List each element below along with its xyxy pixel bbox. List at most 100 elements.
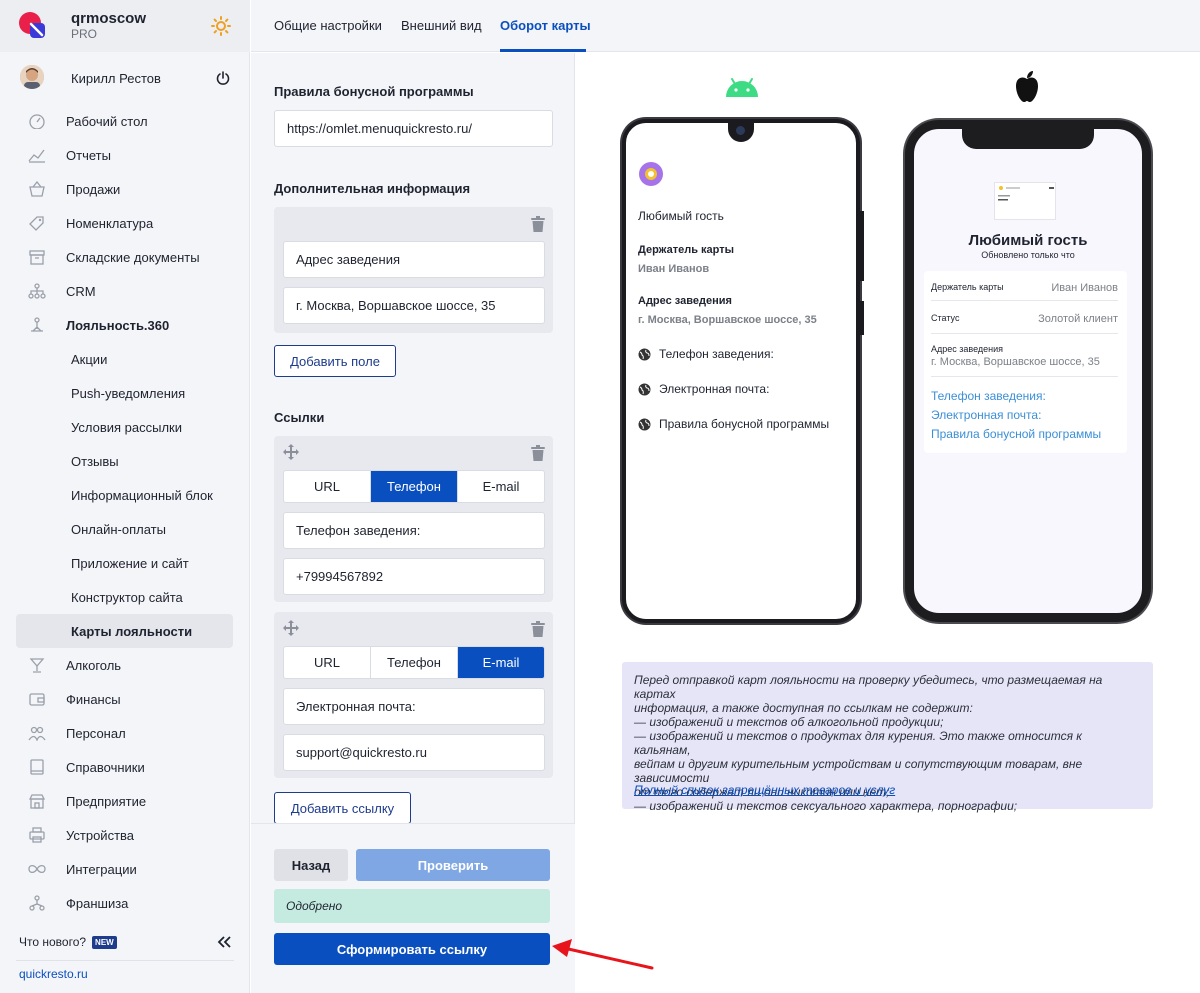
row-value: г. Москва, Воршавское шоссе, 35 bbox=[931, 356, 1100, 368]
link-label-input[interactable]: Телефон заведения: bbox=[283, 512, 545, 549]
bonus-rules-url-input[interactable]: https://omlet.menuquickresto.ru/ bbox=[274, 110, 553, 147]
sidebar-item-enterprise[interactable]: Предприятие bbox=[0, 784, 250, 818]
divider bbox=[931, 300, 1118, 301]
sidebar-subitem-info-block[interactable]: Информационный блок bbox=[0, 478, 250, 512]
ios-phone-preview: Любимый гость Обновлено только что Держа… bbox=[905, 120, 1151, 622]
sidebar-item-label: Номенклатура bbox=[66, 216, 154, 231]
whats-new-link[interactable]: Что нового? NEW bbox=[19, 935, 117, 950]
sidebar-item-alcohol[interactable]: Алкоголь bbox=[0, 648, 250, 682]
extra-info-value-input[interactable]: г. Москва, Воршавское шоссе, 35 bbox=[283, 287, 545, 324]
loyalty-icon bbox=[31, 317, 43, 332]
sidebar: qrmoscow PRO Кирилл Рестов Рабочий стол bbox=[0, 0, 250, 993]
sidebar-item-label: Лояльность.360 bbox=[66, 318, 170, 333]
move-handle-icon[interactable] bbox=[282, 443, 300, 461]
sidebar-item-staff[interactable]: Персонал bbox=[0, 716, 250, 750]
android-link-phone: Телефон заведения: bbox=[638, 347, 774, 361]
sun-icon[interactable] bbox=[211, 16, 231, 36]
power-icon[interactable] bbox=[215, 70, 231, 86]
extra-info-label-input[interactable]: Адрес заведения bbox=[283, 241, 545, 278]
link-label-input[interactable]: Электронная почта: bbox=[283, 688, 545, 725]
sidebar-subitem-promotions[interactable]: Акции bbox=[0, 342, 250, 376]
add-field-button[interactable]: Добавить поле bbox=[274, 345, 396, 377]
sidebar-subitem-app-site[interactable]: Приложение и сайт bbox=[0, 546, 250, 580]
tab-general-settings[interactable]: Общие настройки bbox=[274, 18, 382, 33]
trash-icon[interactable] bbox=[531, 621, 545, 637]
sidebar-subitem-online-payments[interactable]: Онлайн-оплаты bbox=[0, 512, 250, 546]
sidebar-item-crm[interactable]: CRM bbox=[0, 274, 250, 308]
link-type-phone[interactable]: Телефон bbox=[371, 471, 458, 502]
android-icon bbox=[726, 78, 758, 97]
brand-header[interactable]: qrmoscow PRO bbox=[0, 0, 250, 52]
sidebar-item-integrations[interactable]: Интеграции bbox=[0, 852, 250, 886]
ios-link-email[interactable]: Электронная почта: bbox=[931, 408, 1041, 422]
sidebar-subitem-label: Приложение и сайт bbox=[71, 556, 189, 571]
row-label: Статус bbox=[931, 313, 960, 323]
link-type-url[interactable]: URL bbox=[284, 471, 371, 502]
brand-logo-icon bbox=[19, 12, 45, 38]
tab-appearance[interactable]: Внешний вид bbox=[401, 18, 482, 33]
hierarchy-icon bbox=[28, 283, 46, 299]
phone-side-button bbox=[860, 301, 864, 335]
sidebar-item-devices[interactable]: Устройства bbox=[0, 818, 250, 852]
divider bbox=[931, 376, 1118, 377]
notice-line: — изображений и текстов о продуктах для … bbox=[634, 729, 1082, 757]
user-row[interactable]: Кирилл Рестов bbox=[0, 60, 250, 96]
move-handle-icon[interactable] bbox=[282, 619, 300, 637]
sidebar-item-finance[interactable]: Финансы bbox=[0, 682, 250, 716]
link-text: Электронная почта: bbox=[659, 382, 770, 396]
link-value-input[interactable]: support@quickresto.ru bbox=[283, 734, 545, 771]
sidebar-subitem-label: Акции bbox=[71, 352, 108, 367]
collapse-sidebar-icon[interactable] bbox=[216, 935, 232, 949]
row-label: Держатель карты bbox=[931, 282, 1004, 292]
globe-icon bbox=[638, 348, 651, 360]
globe-icon bbox=[638, 418, 651, 430]
link-type-url[interactable]: URL bbox=[284, 647, 371, 678]
tab-card-back[interactable]: Оборот карты bbox=[500, 18, 591, 33]
link-type-email[interactable]: E-mail bbox=[458, 471, 544, 502]
sidebar-subitem-push[interactable]: Push-уведомления bbox=[0, 376, 250, 410]
ios-link-phone[interactable]: Телефон заведения: bbox=[931, 389, 1046, 403]
sidebar-item-label: Персонал bbox=[66, 726, 126, 741]
divider bbox=[931, 333, 1118, 334]
settings-tabs: Общие настройки Внешний вид Оборот карты bbox=[251, 0, 1200, 52]
link-type-selector: URL Телефон E-mail bbox=[283, 470, 545, 503]
back-button[interactable]: Назад bbox=[274, 849, 348, 881]
ios-card-details: Держатель карты Иван Иванов Статус Золот… bbox=[924, 271, 1127, 453]
generate-link-button[interactable]: Сформировать ссылку bbox=[274, 933, 550, 965]
sidebar-item-franchise[interactable]: Франшиза bbox=[0, 886, 250, 920]
sidebar-item-reports[interactable]: Отчеты bbox=[0, 138, 250, 172]
chart-icon bbox=[28, 149, 45, 163]
forbidden-list-link[interactable]: Полный список запрещённых товаров и услу… bbox=[634, 783, 895, 797]
sidebar-subitem-loyalty-cards[interactable]: Карты лояльности bbox=[16, 614, 233, 648]
link-type-phone[interactable]: Телефон bbox=[371, 647, 458, 678]
trash-icon[interactable] bbox=[531, 216, 545, 232]
sidebar-subitem-mailing-conditions[interactable]: Условия рассылки bbox=[0, 410, 250, 444]
check-button[interactable]: Проверить bbox=[356, 849, 550, 881]
notice-line: — изображений и текстов об алкогольной п… bbox=[634, 715, 944, 729]
user-name: Кирилл Рестов bbox=[71, 71, 161, 86]
link-value-input[interactable]: +79994567892 bbox=[283, 558, 545, 595]
divider bbox=[16, 960, 234, 961]
add-link-button[interactable]: Добавить ссылку bbox=[274, 792, 411, 824]
android-link-email: Электронная почта: bbox=[638, 382, 769, 396]
ios-card-title: Любимый гость bbox=[968, 232, 1088, 249]
trash-icon[interactable] bbox=[531, 445, 545, 461]
sidebar-item-dashboard[interactable]: Рабочий стол bbox=[0, 104, 250, 138]
basket-icon bbox=[29, 181, 45, 197]
sidebar-item-label: Алкоголь bbox=[66, 658, 122, 673]
sidebar-subitem-site-builder[interactable]: Конструктор сайта bbox=[0, 580, 250, 614]
bonus-rules-title: Правила бонусной программы bbox=[274, 84, 474, 99]
sidebar-item-sales[interactable]: Продажи bbox=[0, 172, 250, 206]
sidebar-item-references[interactable]: Справочники bbox=[0, 750, 250, 784]
sidebar-item-warehouse-docs[interactable]: Складские документы bbox=[0, 240, 250, 274]
sidebar-item-loyalty[interactable]: Лояльность.360 bbox=[0, 308, 250, 342]
sidebar-subitem-reviews[interactable]: Отзывы bbox=[0, 444, 250, 478]
sidebar-subitem-label: Информационный блок bbox=[71, 488, 213, 503]
link-type-email[interactable]: E-mail bbox=[458, 647, 544, 678]
site-link[interactable]: quickresto.ru bbox=[19, 967, 88, 981]
sidebar-item-nomenclature[interactable]: Номенклатура bbox=[0, 206, 250, 240]
card-image-thumbnail bbox=[994, 182, 1056, 220]
globe-icon bbox=[638, 383, 651, 395]
ios-link-rules[interactable]: Правила бонусной программы bbox=[931, 427, 1101, 441]
notice-line: информация, а также доступная по ссылкам… bbox=[634, 701, 973, 715]
